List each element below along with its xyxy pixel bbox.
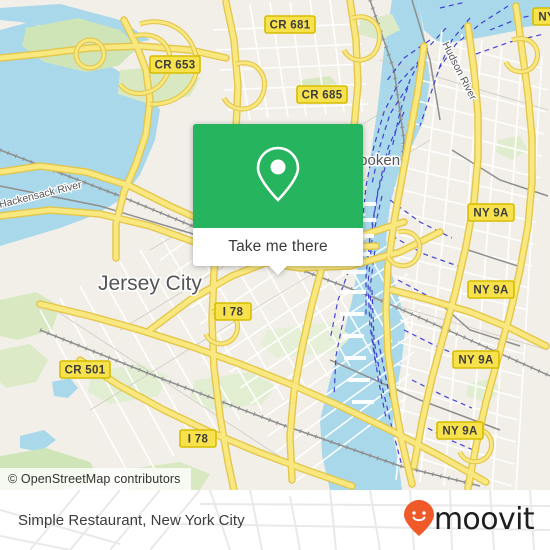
- svg-text:NY 9A: NY 9A: [458, 355, 493, 367]
- svg-text:CR 681: CR 681: [270, 20, 311, 32]
- footer-bar: Simple Restaurant, New York City moovit: [0, 490, 550, 550]
- moovit-logo[interactable]: moovit: [403, 499, 535, 542]
- page-title: Simple Restaurant, New York City: [18, 511, 245, 529]
- svg-text:CR 653: CR 653: [155, 60, 196, 72]
- popup-tail: [268, 265, 288, 275]
- svg-text:NY 9A: NY 9A: [473, 208, 508, 220]
- route-shield-i78-1: I 78: [214, 302, 252, 321]
- map-screenshot: Jersey City Hoboken Hackensack River Hud…: [0, 0, 550, 550]
- route-shield-cr501: CR 501: [59, 360, 111, 379]
- svg-text:NY 9A: NY 9A: [538, 12, 550, 24]
- route-shield-ny9a-3: NY 9A: [452, 350, 500, 369]
- route-shield-ny9a-top: NY 9A: [532, 7, 550, 26]
- attribution-text: © OpenStreetMap contributors: [8, 472, 181, 486]
- take-me-there-button[interactable]: Take me there: [228, 238, 328, 256]
- route-shield-ny9a-4: NY 9A: [436, 421, 484, 440]
- route-shield-ny9a-2: NY 9A: [467, 280, 515, 299]
- osm-attribution[interactable]: © OpenStreetMap contributors: [0, 468, 191, 490]
- location-popup-card[interactable]: Take me there: [193, 124, 363, 275]
- svg-text:CR 501: CR 501: [65, 365, 106, 377]
- route-shield-cr653: CR 653: [149, 55, 201, 74]
- popup-icon-panel: [193, 124, 363, 228]
- popup-action-bar[interactable]: Take me there: [193, 228, 363, 275]
- svg-text:NY 9A: NY 9A: [442, 426, 477, 438]
- route-shield-ny9a-1: NY 9A: [467, 203, 515, 222]
- place-label-jersey-city: Jersey City: [98, 272, 202, 295]
- route-shield-cr685: CR 685: [296, 85, 348, 104]
- svg-text:NY 9A: NY 9A: [473, 285, 508, 297]
- svg-text:CR 685: CR 685: [302, 90, 343, 102]
- svg-text:I 78: I 78: [223, 307, 244, 319]
- map-pin-icon: [254, 144, 302, 209]
- moovit-wordmark: moovit: [433, 502, 535, 537]
- svg-text:I 78: I 78: [188, 434, 209, 446]
- moovit-pin-smiley-icon: [403, 499, 435, 542]
- route-shield-i78-2: I 78: [179, 429, 217, 448]
- route-shield-cr681: CR 681: [264, 15, 316, 34]
